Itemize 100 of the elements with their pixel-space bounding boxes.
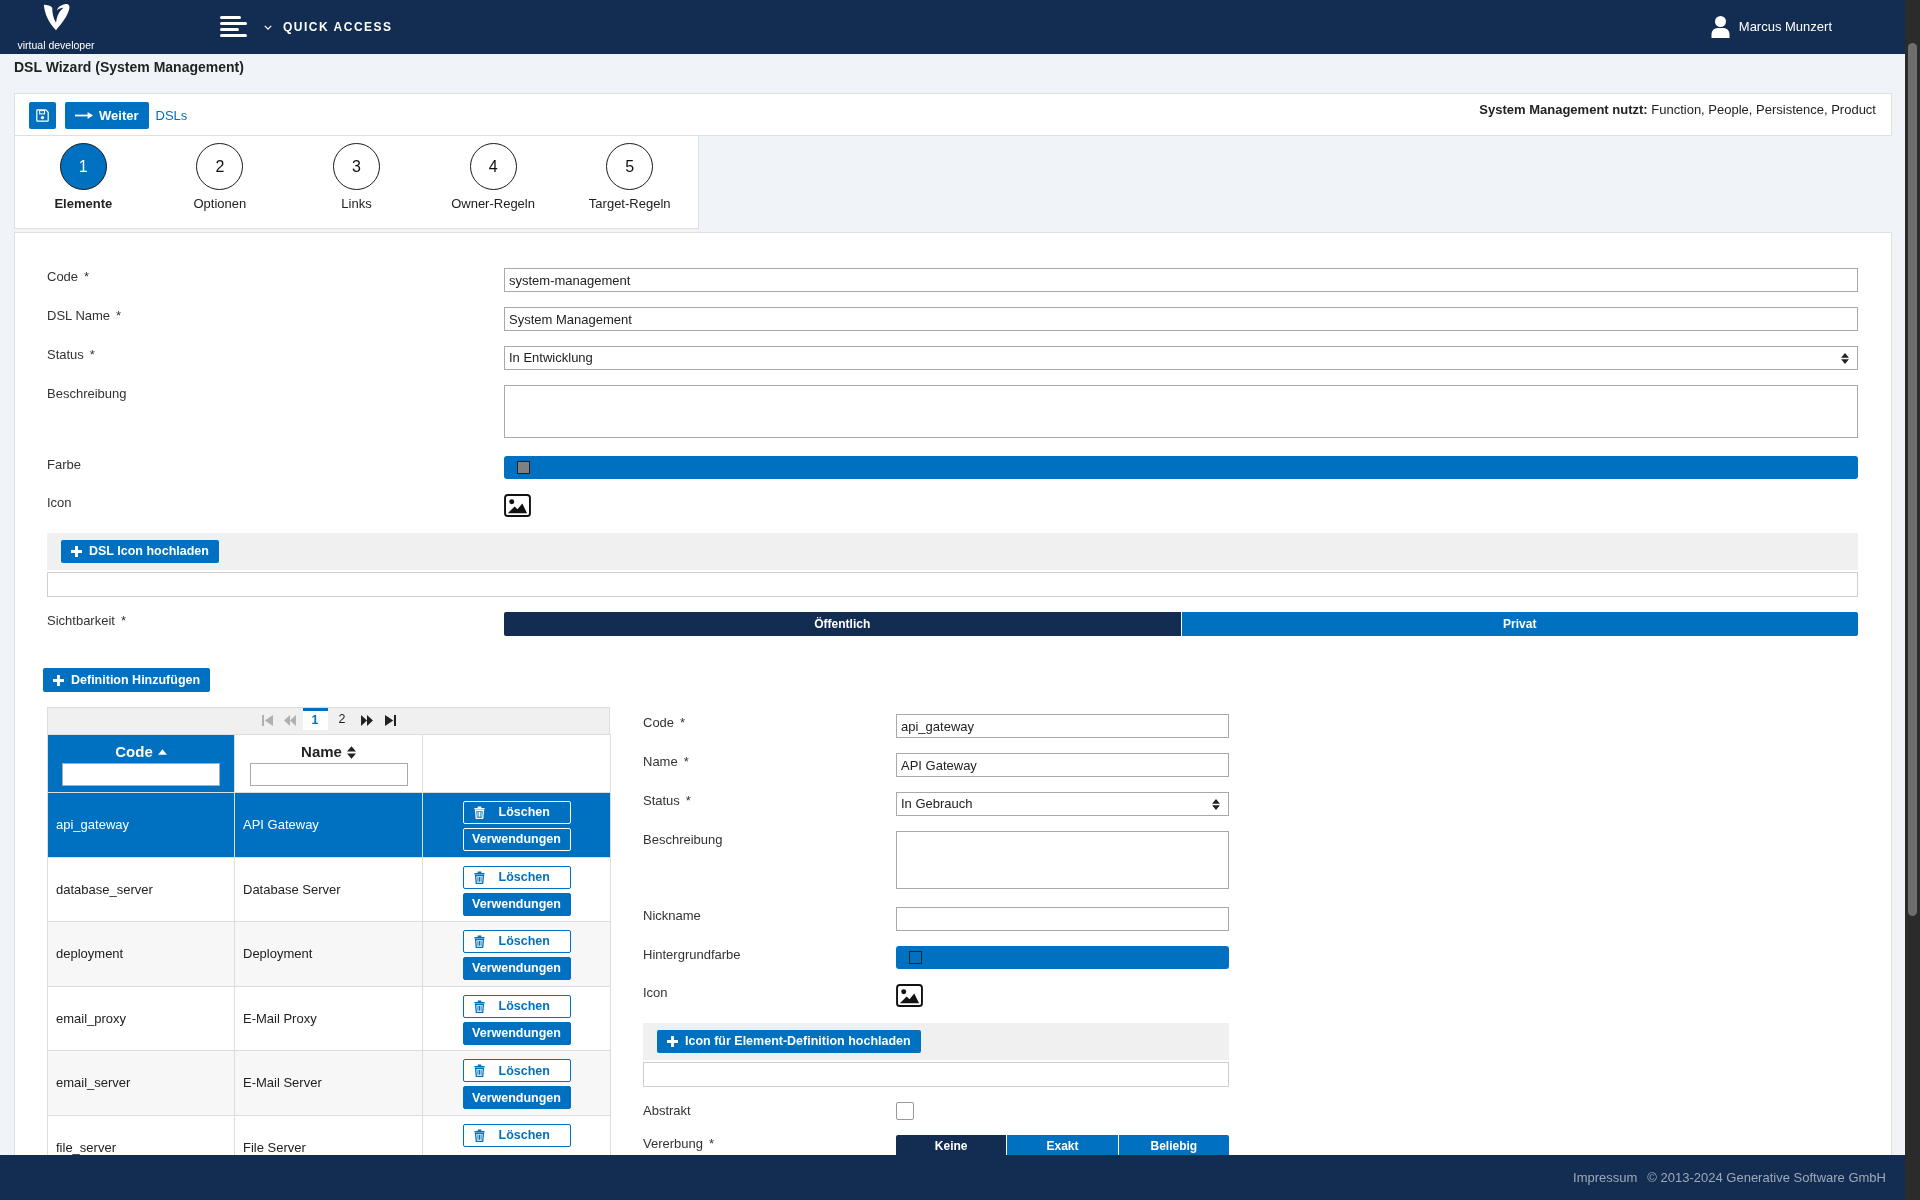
page-title: DSL Wizard (System Management) [14,58,245,76]
upload-button[interactable]: Icon für Element-Definition hochladen [657,1030,921,1053]
trash-icon [473,1128,485,1142]
usages-button[interactable]: Verwendungen [462,957,571,981]
field-label: Code [643,715,675,730]
menu-icon[interactable] [220,16,247,38]
next-page-icon[interactable] [361,715,373,726]
delete-button[interactable]: Löschen [462,1059,571,1083]
chevron-down-icon [264,24,272,30]
upload-button[interactable]: DSL Icon hochladen [61,540,219,563]
plus-icon [71,546,82,557]
column-header[interactable]: Name [301,743,356,761]
delete-button[interactable]: Löschen [462,801,571,824]
user-menu[interactable]: Marcus Munzert [1710,16,1832,38]
add-definition-button[interactable]: Definition Hinzufügen [43,668,211,692]
table-cell: API Gateway [234,792,423,858]
select-caret-icon [1212,798,1220,810]
delete-button[interactable]: Löschen [462,1123,571,1147]
toggle-option[interactable]: Beliebig [1118,1135,1229,1155]
filter-input[interactable] [62,762,220,786]
required-mark: * [709,1136,715,1151]
impressum-link[interactable]: Impressum [1573,1167,1638,1188]
step-label: Links [341,196,372,212]
next-button[interactable]: Weiter [65,102,149,129]
table-cell: email_server [47,1050,235,1116]
required-mark: * [84,269,90,284]
toggle-option[interactable]: Keine [896,1135,1007,1155]
text-area[interactable] [896,831,1229,889]
step-circle[interactable]: 1 [59,143,107,190]
required-mark: * [89,347,95,362]
table-row[interactable]: email_server E-Mail Server Löschen Verwendungen [47,1050,611,1116]
table-row[interactable]: deployment Deployment Löschen Verwendungen [47,921,611,987]
dropdown[interactable]: In Gebrauch [896,792,1229,816]
field-label: Hintergrundfarbe [643,947,741,962]
color-picker[interactable] [896,946,1229,969]
sort-icon [346,745,356,759]
logo-text: virtual developer [17,39,95,51]
delete-button[interactable]: Löschen [462,930,571,954]
field-label: Nickname [643,908,701,923]
page-button[interactable]: 2 [329,708,355,730]
color-picker[interactable] [504,456,1858,479]
text-input[interactable]: api_gateway [896,714,1229,738]
table-row[interactable]: file_server File Server Löschen [47,1115,611,1155]
text-input[interactable] [896,907,1229,931]
field-label: Name [643,754,678,769]
field-label: Code [47,269,79,284]
page-button[interactable]: 1 [302,708,328,730]
filter-input[interactable] [249,762,408,786]
required-mark: * [680,715,686,730]
step-circle[interactable]: 3 [333,143,380,190]
text-area[interactable] [504,385,1858,438]
table-row[interactable]: api_gateway API Gateway Löschen Verwendungen [47,792,611,858]
table-cell: E-Mail Proxy [234,986,423,1051]
trash-icon [473,935,485,949]
table-cell: Deployment [234,921,423,987]
step-label: Target-Regeln [588,196,671,212]
sort-up-icon [157,749,167,755]
table-row[interactable]: email_proxy E-Mail Proxy Löschen Verwendungen [47,986,611,1051]
table-cell: deployment [47,921,235,987]
step-circle[interactable]: 4 [469,143,517,190]
step-circle[interactable]: 5 [606,143,654,190]
quick-access-menu[interactable]: QUICK ACCESS [264,18,393,36]
field-label: Icon [47,495,72,510]
step-circle[interactable]: 2 [196,143,244,190]
column-header[interactable]: Code [115,743,167,761]
step-label: Optionen [193,196,247,212]
user-icon [1710,16,1730,38]
usages-button[interactable]: Verwendungen [462,1021,571,1045]
usages-button[interactable]: Verwendungen [462,892,571,916]
copyright-text: © 2013-2024 Generative Software GmbH [1647,1168,1886,1187]
field-label: Vererbung [643,1136,703,1151]
usages-button[interactable]: Verwendungen [462,1086,571,1110]
dsls-link[interactable]: DSLs [155,102,188,129]
delete-button[interactable]: Löschen [462,994,571,1018]
dropdown[interactable]: In Entwicklung [504,346,1858,370]
text-input[interactable]: system-management [504,268,1858,292]
toggle-option[interactable]: Öffentlich [504,612,1181,636]
field-label: Status [643,793,680,808]
logo-icon [41,2,71,32]
select-caret-icon [1841,352,1849,364]
scrollbar-thumb[interactable] [1908,43,1917,916]
trash-icon [473,1064,485,1078]
last-page-icon[interactable] [384,715,396,726]
text-input[interactable]: System Management [504,307,1858,331]
field-label: Abstrakt [643,1103,691,1118]
usages-button[interactable]: Verwendungen [462,828,571,851]
save-button[interactable] [29,102,56,129]
field-label: Status [47,347,84,362]
table-row[interactable]: database_server Database Server Löschen Verwendungen [47,857,611,922]
checkbox[interactable] [896,1102,914,1120]
image-icon [504,494,531,517]
text-input[interactable]: API Gateway [896,753,1229,777]
toggle-option[interactable]: Exakt [1007,1135,1118,1155]
delete-button[interactable]: Löschen [462,865,571,889]
field-label: Beschreibung [643,832,723,847]
toggle-option[interactable]: Privat [1181,612,1858,636]
table-cell: database_server [47,857,235,922]
table-cell: E-Mail Server [234,1050,423,1116]
required-mark: * [685,793,691,808]
table-cell: Database Server [234,857,423,922]
